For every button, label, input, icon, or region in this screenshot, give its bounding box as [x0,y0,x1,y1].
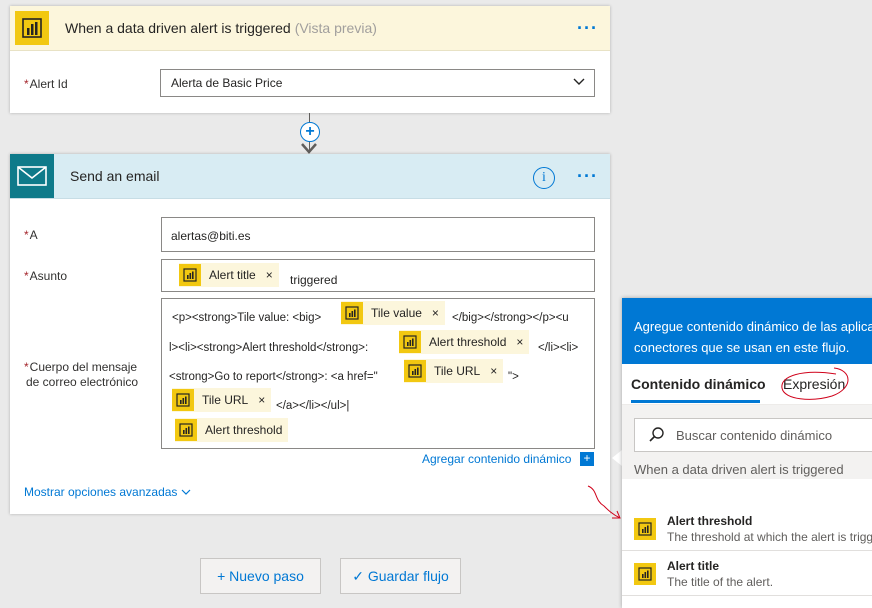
subject-text: triggered [290,273,338,287]
token-tile-url[interactable]: Tile URL × [172,388,272,412]
email-header[interactable]: Send an email i ··· [10,154,610,199]
powerbi-icon [15,11,49,45]
token-tile-url[interactable]: Tile URL × [404,359,504,383]
search-icon [649,427,664,442]
token-alert-threshold[interactable]: Alert threshold × [399,330,530,354]
dynamic-content-panel: Agregue contenido dinámico de las aplica… [622,298,872,608]
chevron-down-icon [181,489,191,495]
add-dynamic-content-link[interactable]: Agregar contenido dinámico [422,452,571,466]
arrow-down-icon [301,143,317,154]
mail-icon [10,154,54,198]
annotation-circle [781,367,849,400]
panel-caret [612,450,622,466]
search-placeholder: Buscar contenido dinámico [676,428,833,443]
info-icon[interactable]: i [533,167,555,189]
trigger-subtitle: (Vista previa) [294,20,377,36]
powerbi-icon [634,518,656,540]
email-title: Send an email [70,168,160,184]
remove-token-icon[interactable]: × [258,393,265,407]
to-field[interactable]: alertas@biti.es [161,217,595,252]
to-value: alertas@biti.es [171,229,251,243]
alert-id-select[interactable]: Alerta de Basic Price [160,69,595,97]
powerbi-icon [175,419,197,441]
list-item[interactable]: Alert title The title of the alert. [622,553,872,596]
search-area: Buscar contenido dinámico When a data dr… [622,405,872,479]
body-label: *Cuerpo del mensaje de correo electrónico [24,360,139,389]
panel-header: Agregue contenido dinámico de las aplica… [622,298,872,364]
body-text: <strong>Go to report</strong>: <a href=" [169,371,378,383]
section-title: When a data driven alert is triggered [634,462,844,477]
show-advanced-link[interactable]: Mostrar opciones avanzadas [24,485,191,499]
powerbi-icon [634,563,656,585]
body-text: </big></strong></p><u [452,312,569,324]
trigger-title: When a data driven alert is triggered [65,20,291,36]
remove-token-icon[interactable]: × [516,335,523,349]
search-input[interactable]: Buscar contenido dinámico [634,418,872,452]
to-label: *A [24,228,38,242]
powerbi-icon [179,264,201,286]
trigger-header[interactable]: When a data driven alert is triggered (V… [10,6,610,51]
item-description: The title of the alert. [667,575,774,589]
body-text: </li><li> [538,342,579,354]
add-dynamic-plus-icon[interactable]: + [580,452,594,466]
save-flow-button[interactable]: ✓ Guardar flujo [340,558,461,594]
subject-field[interactable]: Alert title × triggered [161,259,595,292]
alert-id-label: *Alert Id [24,77,68,91]
powerbi-icon [399,331,421,353]
remove-token-icon[interactable]: × [432,306,439,320]
subject-label: *Asunto [24,269,68,283]
chevron-down-icon [573,78,585,85]
item-title: Alert threshold [667,514,753,528]
email-card: Send an email i ··· *A alertas@biti.es *… [10,154,610,514]
body-field[interactable]: <p><strong>Tile value: <big> Tile value ×… [161,298,595,449]
body-text: l><li><strong>Alert threshold</strong>: [169,342,369,354]
trigger-card: When a data driven alert is triggered (V… [10,6,610,113]
new-step-button[interactable]: + Nuevo paso [200,558,321,594]
item-description: The threshold at which the alert is trig… [667,530,872,544]
body-text: <p><strong>Tile value: <big> [172,312,322,324]
alert-id-value: Alerta de Basic Price [171,76,283,90]
powerbi-icon [341,302,363,324]
panel-tabs: Contenido dinámico Expresión [622,364,872,405]
active-tab-indicator [631,400,760,403]
remove-token-icon[interactable]: × [490,364,497,378]
item-title: Alert title [667,559,720,573]
token-tile-value[interactable]: Tile value × [341,301,445,325]
powerbi-icon [404,360,426,382]
powerbi-icon [172,389,194,411]
list-item[interactable]: Alert threshold The threshold at which t… [622,508,872,551]
body-text: </a></li></ul>| [276,400,350,412]
remove-token-icon[interactable]: × [266,268,273,282]
annotation-arrow [587,485,621,519]
token-alert-threshold[interactable]: Alert threshold [175,418,289,442]
insert-step-plus-icon[interactable]: + [300,122,320,142]
more-icon[interactable]: ··· [577,167,598,185]
more-icon[interactable]: ··· [577,19,598,37]
tab-dynamic-content[interactable]: Contenido dinámico [631,376,766,392]
token-alert-title[interactable]: Alert title × [179,263,279,287]
body-text: "> [508,371,519,383]
